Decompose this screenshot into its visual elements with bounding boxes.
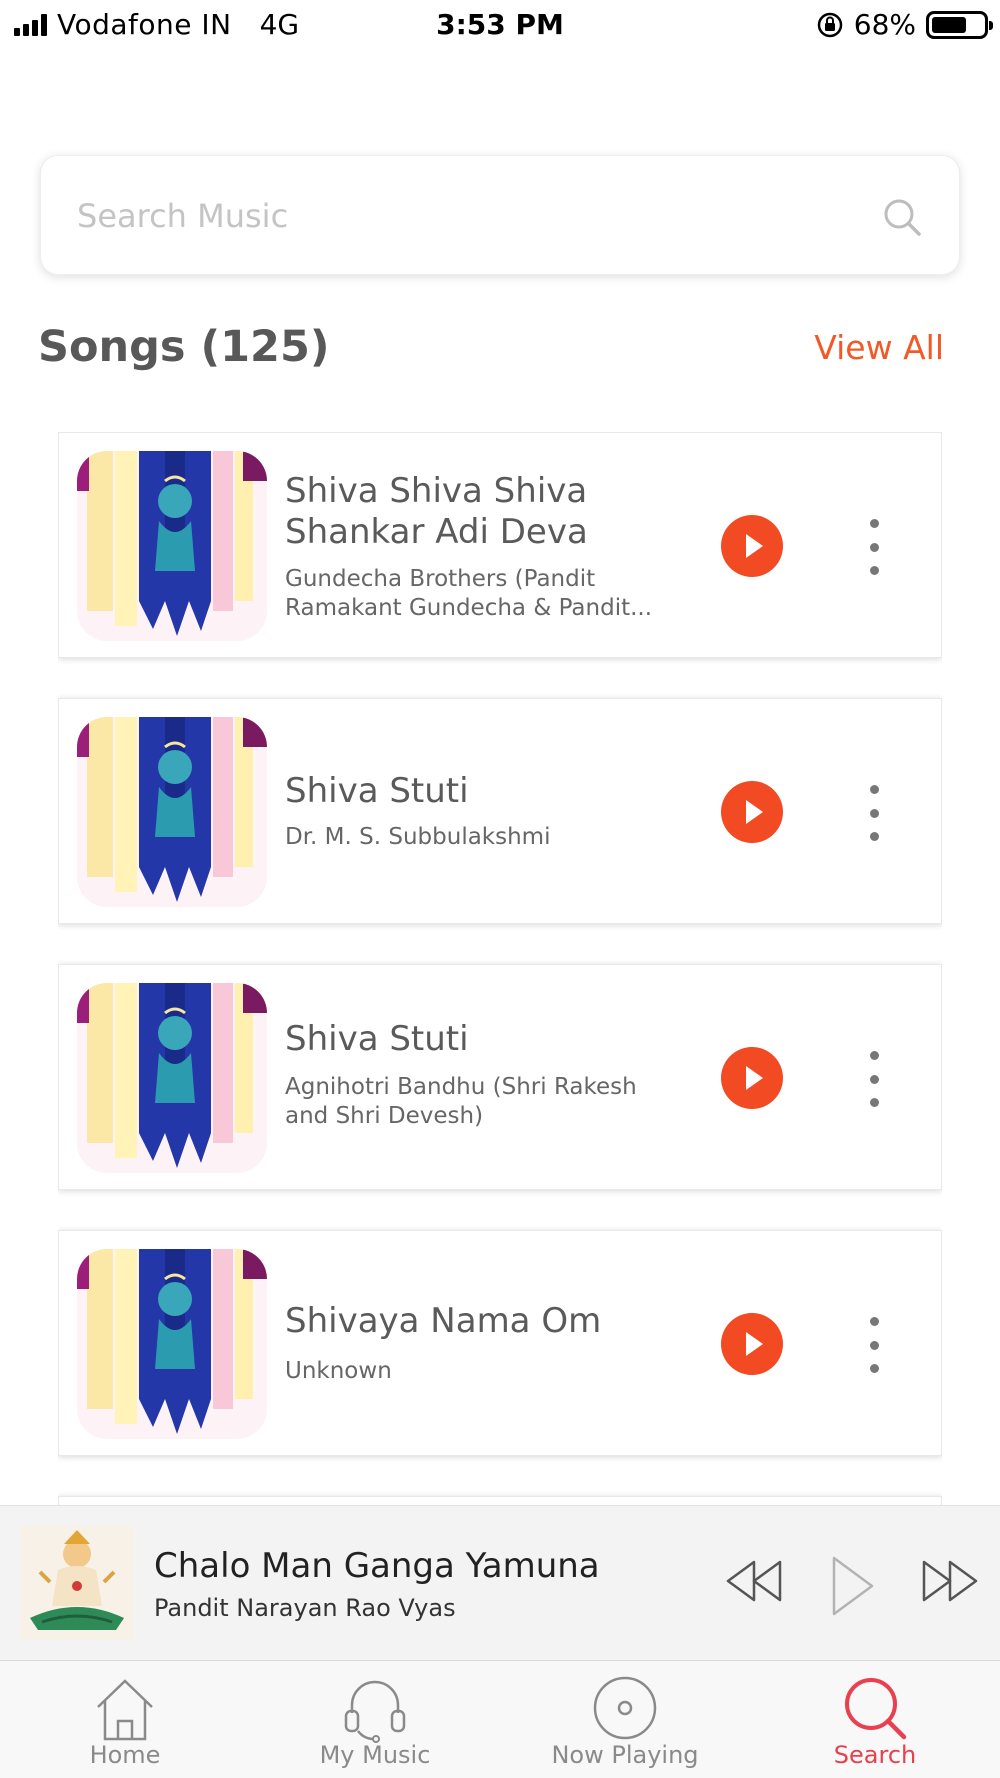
- tab-search[interactable]: Search: [750, 1661, 1000, 1778]
- search-input[interactable]: [77, 186, 857, 246]
- shiva-artwork: [77, 983, 267, 1173]
- song-card[interactable]: Shivaya Nama Om Unknown: [58, 1230, 942, 1456]
- song-title: Shivaya Nama Om: [285, 1301, 602, 1341]
- album-art: [77, 983, 267, 1173]
- tab-my-music[interactable]: My Music: [250, 1661, 500, 1778]
- headphones-icon: [344, 1680, 406, 1743]
- more-options-icon[interactable]: [859, 1051, 889, 1107]
- tab-label: Search: [833, 1741, 917, 1769]
- mini-player[interactable]: Chalo Man Ganga Yamuna Pandit Narayan Ra…: [0, 1505, 1000, 1660]
- home-icon: [97, 1679, 153, 1741]
- song-title: Shiva Stuti: [285, 1019, 469, 1059]
- battery-icon: [926, 10, 993, 39]
- goddess-artwork: [20, 1526, 134, 1640]
- tab-bar: Home My Music Now Playing Search: [0, 1660, 1000, 1778]
- now-playing-art: [20, 1526, 134, 1640]
- battery-fill: [932, 16, 966, 33]
- song-artist: Unknown: [285, 1358, 392, 1384]
- shiva-artwork: [77, 1249, 267, 1439]
- view-all-link[interactable]: View All: [814, 328, 944, 367]
- tab-label: Now Playing: [551, 1741, 699, 1769]
- song-card[interactable]: Shiva Stuti Agnihotri Bandhu (Shri Rakes…: [58, 964, 942, 1190]
- search-box: [40, 155, 960, 275]
- album-art: [77, 1249, 267, 1439]
- shiva-artwork: [77, 451, 267, 641]
- tab-now-playing[interactable]: Now Playing: [500, 1661, 750, 1778]
- play-button[interactable]: [721, 781, 783, 843]
- search-icon: [845, 1678, 907, 1740]
- tab-home[interactable]: Home: [0, 1661, 250, 1778]
- play-button[interactable]: [721, 1047, 783, 1109]
- song-card[interactable]: Shiva Shiva Shiva Shankar Adi Deva Gunde…: [58, 432, 942, 658]
- play-icon[interactable]: [828, 1556, 878, 1616]
- tab-label: Home: [89, 1741, 161, 1769]
- shiva-artwork: [77, 717, 267, 907]
- status-bar: Vodafone IN 4G 3:53 PM 68%: [0, 0, 1000, 50]
- album-art: [77, 717, 267, 907]
- song-artist: Dr. M. S. Subbulakshmi: [285, 824, 551, 850]
- fast-forward-icon[interactable]: [920, 1556, 980, 1606]
- now-playing-title: Chalo Man Ganga Yamuna: [154, 1546, 600, 1586]
- rewind-icon[interactable]: [724, 1556, 784, 1606]
- disc-icon: [593, 1676, 657, 1740]
- song-title: Shiva Stuti: [285, 771, 469, 811]
- play-button[interactable]: [721, 515, 783, 577]
- song-list: Shiva Shiva Shiva Shankar Adi Deva Gunde…: [58, 432, 942, 1506]
- battery-percent: 68%: [853, 8, 916, 41]
- album-art: [77, 451, 267, 641]
- more-options-icon[interactable]: [859, 785, 889, 841]
- song-card[interactable]: Shiva Stuti Dr. M. S. Subbulakshmi: [58, 698, 942, 924]
- song-title: Shiva Shiva Shiva Shankar Adi Deva: [285, 471, 588, 552]
- section-title: Songs (125): [38, 322, 330, 372]
- now-playing-artist: Pandit Narayan Rao Vyas: [154, 1594, 456, 1622]
- play-button[interactable]: [721, 1313, 783, 1375]
- status-right: 68%: [816, 8, 993, 41]
- tab-label: My Music: [319, 1741, 431, 1769]
- song-artist: Agnihotri Bandhu (Shri Rakesh and Shri D…: [285, 1074, 637, 1129]
- orientation-lock-icon: [817, 12, 843, 37]
- search-icon[interactable]: [881, 196, 923, 238]
- more-options-icon[interactable]: [859, 519, 889, 575]
- song-artist: Gundecha Brothers (Pandit Ramakant Gunde…: [285, 566, 653, 621]
- more-options-icon[interactable]: [859, 1317, 889, 1373]
